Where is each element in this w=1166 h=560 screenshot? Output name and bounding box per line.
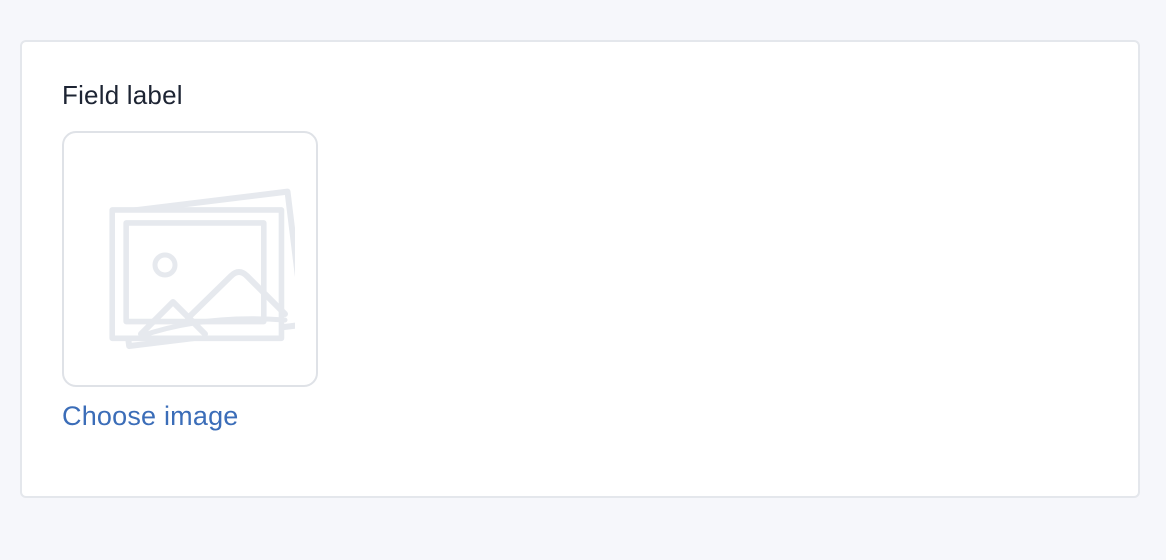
image-field-card: Field label Choose image <box>20 40 1140 498</box>
image-preview-box[interactable] <box>62 131 318 387</box>
field-label: Field label <box>62 80 183 110</box>
image-placeholder-icon <box>109 188 295 350</box>
page: Field label Choose image <box>0 0 1166 560</box>
choose-image-link[interactable]: Choose image <box>62 396 239 436</box>
